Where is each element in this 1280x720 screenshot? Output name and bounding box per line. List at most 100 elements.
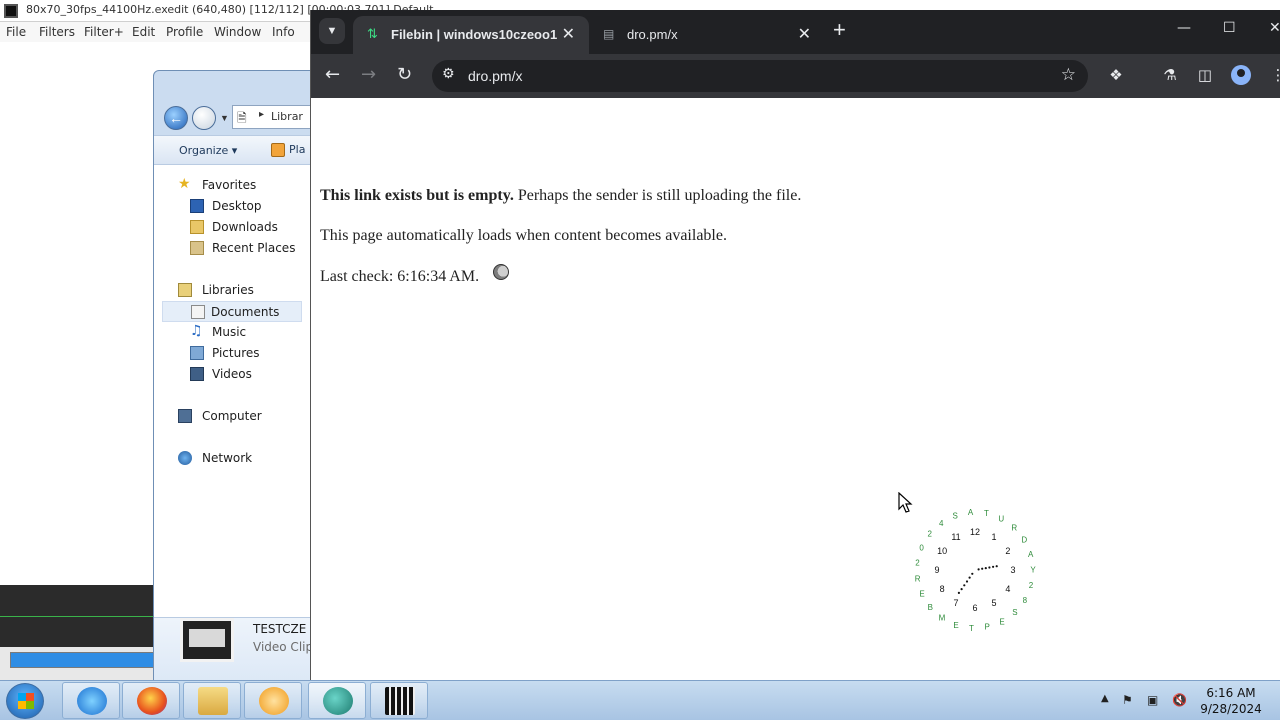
close-window-button[interactable]: ✕: [1269, 20, 1280, 36]
clock-widget: 121234567891011S A TURDAY28SEPTEMBER2024: [915, 508, 1037, 633]
start-button[interactable]: [6, 683, 44, 719]
clock-number: 8: [940, 584, 945, 594]
editor-timeline[interactable]: [0, 585, 160, 647]
breadcrumb-arrow-icon[interactable]: ▸: [259, 109, 264, 120]
play-button[interactable]: Pla: [289, 143, 305, 156]
clock-date-letter: E: [919, 590, 924, 599]
breadcrumb[interactable]: Librar: [271, 110, 303, 123]
empty-link-rest: Perhaps the sender is still uploading th…: [513, 187, 802, 204]
taskbar-explorer[interactable]: [183, 682, 241, 719]
volume-muted-icon[interactable]: 🔇: [1172, 693, 1187, 707]
menu-profile[interactable]: Profile: [166, 25, 203, 39]
browser-window: ▼ ⇅ Filebin | windows10czeoo1 ✕ ▤ dro.pm…: [310, 10, 1280, 682]
forward-button[interactable]: [192, 106, 216, 130]
address-bar[interactable]: 🗎 ▸ Librar: [232, 105, 312, 129]
menu-window[interactable]: Window: [214, 25, 261, 39]
maximize-button[interactable]: ☐: [1223, 20, 1236, 36]
action-center-flag-icon[interactable]: ⚑: [1122, 693, 1133, 707]
tree-item-documents[interactable]: Documents: [162, 301, 302, 322]
editor-app-icon: [4, 4, 18, 18]
menu-file[interactable]: File: [6, 25, 26, 39]
tab-title: Filebin | windows10czeoo1: [391, 27, 558, 42]
last-check-text: Last check: 6:16:34 AM.: [320, 268, 480, 285]
recent-pages-dropdown-icon[interactable]: ▼: [220, 113, 229, 123]
site-info-icon[interactable]: ⚙: [442, 66, 455, 82]
forward-arrow-icon[interactable]: →: [361, 64, 376, 86]
pictures-icon: [190, 346, 204, 360]
clock-hour-hand-dot: [992, 565, 995, 568]
organize-button[interactable]: Organize ▾: [179, 144, 237, 157]
tab-dro-pm[interactable]: ▤ dro.pm/x ✕: [589, 16, 825, 54]
clock-minute-hand-dot: [971, 572, 974, 575]
windows-logo-icon: [18, 693, 34, 709]
menu-icon[interactable]: ⋮: [1269, 66, 1280, 84]
menu-info[interactable]: Info: [272, 25, 295, 39]
clock-number: 6: [972, 603, 977, 613]
clock-number: 9: [934, 565, 939, 575]
clock-date-letter: T: [969, 624, 974, 633]
bookmark-star-icon[interactable]: ☆: [1061, 65, 1076, 85]
taskbar-firefox[interactable]: [122, 682, 180, 719]
globe-app-icon: [323, 687, 353, 715]
clock-date-letter: T: [984, 509, 989, 518]
loading-spinner-icon: [493, 264, 509, 280]
clock-date-letter: U: [998, 514, 1004, 523]
star-icon: ★: [178, 176, 191, 192]
menu-edit[interactable]: Edit: [132, 25, 155, 39]
back-button[interactable]: ←: [164, 106, 188, 130]
taskbar: ▲ ⚑ ▣ 🔇 6:16 AM 9/28/2024: [0, 680, 1280, 720]
clock-number: 11: [951, 532, 960, 542]
labs-flask-icon[interactable]: ⚗: [1161, 66, 1179, 84]
downloads-icon: [190, 220, 204, 234]
clock-hour-hand-dot: [981, 567, 984, 570]
internet-explorer-icon: [77, 687, 107, 715]
editor-progress-bar: [10, 652, 158, 668]
clock-minute-hand-dot: [968, 576, 971, 579]
new-tab-button[interactable]: +: [833, 19, 846, 41]
show-hidden-icons-icon[interactable]: ▲: [1101, 693, 1109, 704]
taskbar-internet-explorer[interactable]: [62, 682, 120, 719]
clock-date-letter: S: [1012, 608, 1017, 617]
close-tab-icon[interactable]: ✕: [798, 24, 811, 44]
page-icon: ▤: [603, 27, 615, 41]
tab-search-button[interactable]: ▼: [319, 18, 345, 44]
taskbar-app-globe[interactable]: [308, 682, 366, 719]
clock-date-letter: 2: [1029, 581, 1034, 590]
address-bar[interactable]: ⚙ dro.pm/x ☆: [432, 60, 1088, 92]
videos-icon: [190, 367, 204, 381]
filebin-icon: ⇅: [367, 26, 378, 41]
clock-hour-hand-dot: [995, 565, 998, 568]
system-clock[interactable]: 6:16 AM 9/28/2024: [1196, 685, 1266, 717]
profile-avatar[interactable]: [1231, 65, 1251, 85]
menu-filters[interactable]: Filters: [39, 25, 75, 39]
clock-date-letter: E: [953, 621, 958, 630]
desktop-icon: [190, 199, 204, 213]
taskbar-media-player[interactable]: [244, 682, 302, 719]
side-panel-icon[interactable]: ◫: [1196, 66, 1214, 84]
network-tray-icon[interactable]: ▣: [1147, 693, 1158, 707]
back-arrow-icon[interactable]: ←: [325, 64, 340, 86]
clock-date-letter: 2: [915, 559, 920, 568]
clock-date-letter: P: [985, 623, 990, 632]
clock-number: 12: [970, 527, 980, 537]
computer-icon: [178, 409, 192, 423]
details-file-name: TESTCZE: [253, 622, 307, 636]
extensions-icon[interactable]: ❖: [1107, 66, 1125, 84]
clock-number: 2: [1005, 546, 1010, 556]
taskbar-video-editor[interactable]: [370, 682, 428, 719]
firefox-icon: [137, 687, 167, 715]
tab-filebin[interactable]: ⇅ Filebin | windows10czeoo1 ✕: [353, 16, 589, 54]
close-tab-icon[interactable]: ✕: [562, 24, 575, 44]
clock-date-letter: A: [1028, 550, 1034, 559]
clock-date: 9/28/2024: [1200, 702, 1262, 716]
url-text[interactable]: dro.pm/x: [468, 68, 522, 84]
explorer-toolbar: Organize ▾ Pla: [154, 135, 312, 165]
clock-hour-hand-dot: [984, 567, 987, 570]
auto-load-message: This page automatically loads when conte…: [320, 227, 727, 244]
details-pane: TESTCZE Video Clip: [154, 617, 312, 681]
explorer-window: ← ▼ 🗎 ▸ Librar Organize ▾ Pla ★ Favorite…: [153, 70, 313, 682]
minimize-button[interactable]: —: [1177, 20, 1191, 36]
menu-filter-plus[interactable]: Filter+: [84, 25, 124, 39]
reload-icon[interactable]: ↻: [397, 64, 412, 86]
play-icon: [271, 143, 285, 157]
